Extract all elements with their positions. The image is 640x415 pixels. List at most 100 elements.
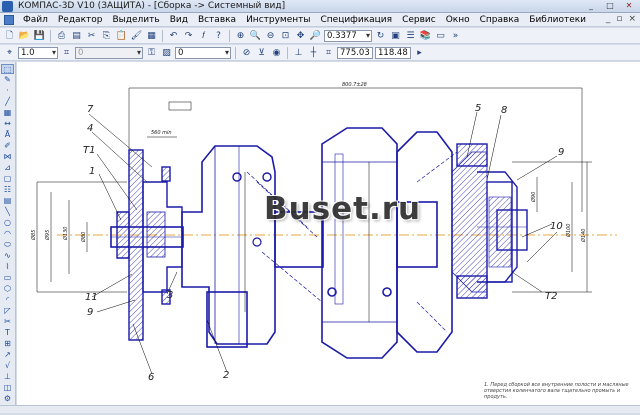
text-tool-icon[interactable]: T: [1, 328, 14, 338]
copy-icon[interactable]: ⎘: [100, 29, 113, 42]
refresh-icon[interactable]: ↻: [374, 29, 387, 42]
menu-specification[interactable]: Спецификация: [315, 15, 397, 25]
chamfer-tool-icon[interactable]: ◸: [1, 306, 14, 316]
dim-diameter-90: Ø90: [530, 192, 537, 203]
grid-icon[interactable]: ⌗: [60, 46, 73, 59]
library-icon[interactable]: 📚: [419, 29, 432, 42]
redo-icon[interactable]: ↷: [182, 29, 195, 42]
hatch-tool-icon[interactable]: ▦: [1, 108, 14, 118]
spline-tool-icon[interactable]: ∿: [1, 251, 14, 261]
close-button[interactable]: ✕: [621, 1, 637, 11]
geometry-tool-icon[interactable]: ✎: [1, 75, 14, 85]
roughness-tool-icon[interactable]: √: [1, 361, 14, 371]
fillet-tool-icon[interactable]: ◜: [1, 295, 14, 305]
select-tool-icon[interactable]: ⬚: [1, 64, 14, 75]
variables-icon[interactable]: 𝑓: [197, 29, 210, 42]
pan-icon[interactable]: ✥: [294, 29, 307, 42]
callout-7: 7: [87, 104, 94, 115]
menu-service[interactable]: Сервис: [397, 15, 441, 25]
undo-icon[interactable]: ↶: [167, 29, 180, 42]
callout-10: 10: [550, 221, 563, 232]
print-preview-icon[interactable]: ▤: [70, 29, 83, 42]
polyline-tool-icon[interactable]: ⌇: [1, 262, 14, 272]
coordinate-y-field[interactable]: 118.48: [375, 46, 411, 59]
document-menu-icon[interactable]: [4, 14, 14, 25]
more-tools-icon[interactable]: »: [449, 29, 462, 42]
zoom-in-icon[interactable]: ⊕: [234, 29, 247, 42]
menu-help[interactable]: Справка: [475, 15, 525, 25]
rectangle-tool-icon[interactable]: ▭: [1, 273, 14, 283]
magnet-icon[interactable]: ◉: [270, 46, 283, 59]
doc-minimize-button[interactable]: _: [606, 14, 611, 24]
coordinate-cursor-icon[interactable]: ⌗: [322, 46, 335, 59]
line-tool-icon[interactable]: ╲: [1, 207, 14, 217]
point-tool-icon[interactable]: ·: [1, 86, 14, 96]
show-all-icon[interactable]: ▣: [389, 29, 402, 42]
menu-view[interactable]: Вид: [165, 15, 193, 25]
format-painter-icon[interactable]: 🖌: [130, 29, 143, 42]
maximize-button[interactable]: □: [602, 1, 618, 11]
trim-tool-icon[interactable]: ✂: [1, 317, 14, 327]
arc-tool-icon[interactable]: ◠: [1, 229, 14, 239]
line-scale-combo[interactable]: 1.0: [18, 46, 58, 59]
help-pointer-icon[interactable]: ?: [212, 29, 225, 42]
dimension-tool-icon[interactable]: ↔: [1, 119, 14, 129]
view-tool-icon[interactable]: ◫: [1, 383, 14, 393]
menu-file[interactable]: Файл: [18, 15, 53, 25]
edit-tool-icon[interactable]: ✐: [1, 141, 14, 151]
zoom-scale-combo[interactable]: 0.3377: [324, 29, 372, 42]
doc-close-button[interactable]: ×: [628, 14, 636, 24]
menu-tools[interactable]: Инструменты: [241, 15, 315, 25]
snap-icon[interactable]: ⊻: [255, 46, 268, 59]
cursor-step-icon[interactable]: ⌖: [3, 46, 16, 59]
orthogonal-icon[interactable]: ⊘: [240, 46, 253, 59]
circle-tool-icon[interactable]: ○: [1, 218, 14, 228]
zoom-out-icon[interactable]: ⊖: [264, 29, 277, 42]
cut-icon[interactable]: ✂: [85, 29, 98, 42]
style-combo[interactable]: 0: [75, 46, 143, 59]
menu-window[interactable]: Окно: [441, 15, 475, 25]
spec-tool-icon[interactable]: ☷: [1, 185, 14, 195]
view-icon[interactable]: ▨: [160, 46, 173, 59]
leader-tool-icon[interactable]: ↗: [1, 350, 14, 360]
menu-insert[interactable]: Вставка: [193, 15, 241, 25]
minimize-button[interactable]: _: [583, 1, 599, 11]
doc-restore-button[interactable]: ▫: [616, 14, 622, 24]
parametrization-tool-icon[interactable]: ⋈: [1, 152, 14, 162]
open-document-icon[interactable]: 📂: [18, 29, 31, 42]
menu-select[interactable]: Выделить: [107, 15, 164, 25]
paste-icon[interactable]: 📋: [115, 29, 128, 42]
layers-icon[interactable]: ☰: [404, 29, 417, 42]
more-state-icon[interactable]: ▸: [413, 46, 426, 59]
measure-tool-icon[interactable]: ⊿: [1, 163, 14, 173]
new-document-icon[interactable]: 🗋: [3, 29, 16, 42]
local-cs-icon[interactable]: ⊥: [292, 46, 305, 59]
zoom-window-icon[interactable]: 🔍: [249, 29, 262, 42]
drawing-canvas[interactable]: 7 4 T1 1 11 9 6 3 2 5 8 9 10 T2 800.7±28…: [17, 62, 640, 413]
layer-combo[interactable]: 0: [175, 46, 231, 59]
dim-diameter-95: Ø95: [44, 230, 51, 241]
coordinate-x-field[interactable]: 775.03: [337, 46, 373, 59]
ellipse-tool-icon[interactable]: ⬭: [1, 240, 14, 250]
report-tool-icon[interactable]: ▤: [1, 196, 14, 206]
dim-diameter-100: Ø100: [565, 224, 572, 238]
panel-toggle-icon[interactable]: ▭: [434, 29, 447, 42]
notation-tool-icon[interactable]: Ā: [1, 130, 14, 140]
zoom-magnifier-icon[interactable]: 🔎: [309, 29, 322, 42]
properties-icon[interactable]: ▦: [145, 29, 158, 42]
dim-diameter-80: Ø80: [80, 232, 87, 243]
polygon-tool-icon[interactable]: ⬡: [1, 284, 14, 294]
select-window-icon[interactable]: ▢: [1, 174, 14, 184]
menu-edit[interactable]: Редактор: [53, 15, 108, 25]
macro-tool-icon[interactable]: ⚙: [1, 394, 14, 404]
zoom-all-icon[interactable]: ⊡: [279, 29, 292, 42]
print-icon[interactable]: ⎙: [55, 29, 68, 42]
dim-min-length: 560 min: [151, 130, 172, 136]
lock-icon[interactable]: ⚿: [145, 46, 158, 59]
ortho-mode-icon[interactable]: ┼: [307, 46, 320, 59]
table-tool-icon[interactable]: ⊞: [1, 339, 14, 349]
base-tool-icon[interactable]: ⊥: [1, 372, 14, 382]
segment-tool-icon[interactable]: ╱: [1, 97, 14, 107]
menu-libraries[interactable]: Библиотеки: [524, 15, 591, 25]
save-icon[interactable]: 💾: [33, 29, 46, 42]
